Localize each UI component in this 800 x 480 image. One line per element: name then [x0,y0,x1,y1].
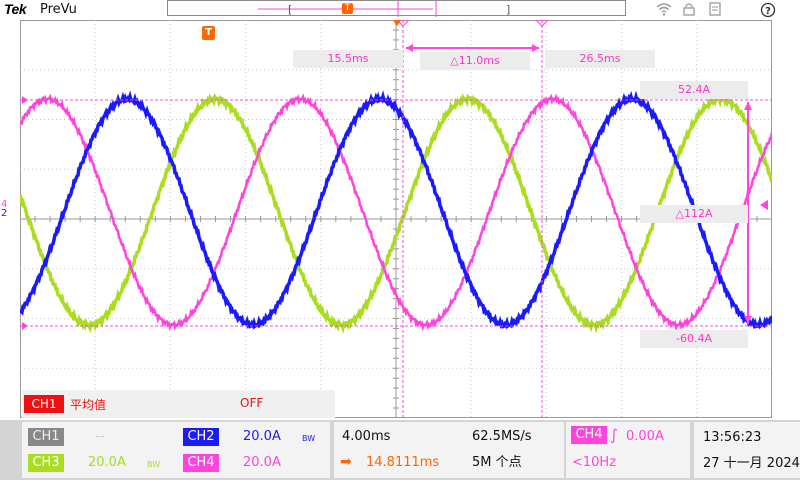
horizontal-position: 14.8111ms [366,455,440,470]
clock-time: 13:56:23 [703,430,762,445]
cursor-level-b-readout: -60.4A [640,330,748,348]
ch4-scale: 20.0A [243,455,281,470]
cursor-level-a-readout: 52.4A [640,81,748,99]
cursor-time-b-readout: 26.5ms [545,50,655,68]
ch3-bandwidth-icon: BW [147,460,161,469]
ch2-level-marker[interactable]: 2 [1,208,7,219]
sample-rate: 62.5MS/s [472,429,532,444]
wifi-icon[interactable] [656,2,672,21]
trigger-frequency: <10Hz [572,455,617,470]
record-overview-bar[interactable]: [ ] T [167,0,626,17]
cursor-time-a-readout: 15.5ms [293,50,403,68]
record-trigger-marker: T [342,3,353,14]
ch3-tag[interactable]: CH3 [28,454,64,472]
clock-date: 27 十一月 2024 [703,456,800,471]
ch1-scale: -- [95,429,105,444]
brand-logo: Tek [4,1,27,17]
cursor-delta-level-readout: △112A [640,205,748,223]
math-label-panel[interactable] [22,390,335,418]
svg-text:[: [ [288,3,292,16]
top-bar: Tek PreVu [ ] T ? [0,0,800,20]
record-length: 5M 个点 [472,455,522,470]
ch2-bandwidth-icon: BW [302,434,316,443]
trigger-level-marker [760,200,768,210]
trigger-source-tag[interactable]: CH4 [571,426,607,444]
trigger-t-marker[interactable]: T [202,26,215,40]
acquisition-mode: PreVu [40,2,77,17]
horizontal-scale: 4.00ms [342,429,391,444]
ch2-scale: 20.0A [243,429,281,444]
status-bar: CH1 -- CH2 20.0A BW CH3 20.0A BW CH4 20.… [0,420,800,480]
menu-icon[interactable] [708,2,722,21]
lock-icon[interactable] [682,2,696,21]
trigger-level: 0.00A [626,429,664,444]
cursor-delta-time-readout: △11.0ms [420,52,530,70]
horizontal-position-icon: ➡ [340,454,352,470]
math-state-label: OFF [240,396,264,410]
ch1-tag[interactable]: CH1 [28,428,64,446]
svg-text:]: ] [506,3,510,16]
channel-panel [22,422,330,478]
math-channel-tag[interactable]: CH1 [24,395,64,413]
trigger-slope-icon: ∫ [610,426,618,444]
ch4-tag[interactable]: CH4 [183,454,219,472]
ch3-scale: 20.0A [88,455,126,470]
svg-text:?: ? [765,6,771,17]
ch2-tag[interactable]: CH2 [183,428,219,446]
math-function-label: 平均值 [70,398,107,412]
